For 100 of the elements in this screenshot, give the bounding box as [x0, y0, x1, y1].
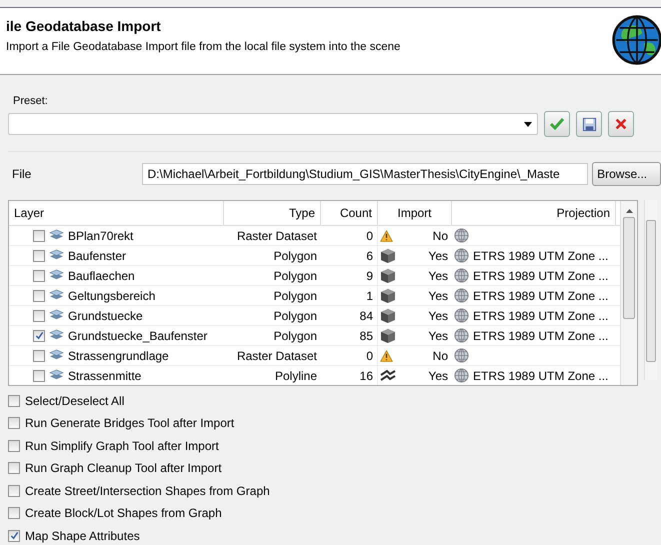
cube-icon [380, 248, 396, 264]
projection-name: ETRS 1989 UTM Zone ... [473, 308, 608, 322]
table-cell: 0 [321, 226, 378, 245]
table-cell: 84 [321, 306, 378, 325]
checkbox[interactable] [8, 462, 20, 474]
cube-icon [380, 268, 396, 284]
preset-dropdown[interactable] [8, 113, 538, 135]
layer-name: Grundstuecke [68, 308, 143, 322]
globe-icon [454, 228, 469, 243]
option-label: Select/Deselect All [25, 394, 124, 408]
projection-name: ETRS 1989 UTM Zone ... [473, 248, 608, 262]
column-header[interactable]: Import [378, 201, 452, 225]
checkbox[interactable] [33, 310, 45, 322]
checkbox[interactable] [8, 394, 20, 406]
checkbox[interactable] [33, 290, 45, 302]
layers-icon [49, 249, 64, 262]
cube-icon [380, 288, 396, 304]
globe-icon [454, 308, 469, 323]
checkbox[interactable] [8, 440, 20, 452]
warning-icon [380, 230, 393, 242]
checkmark-icon [549, 116, 565, 132]
layers-icon [49, 309, 64, 322]
table-cell-text: Polyline [274, 368, 318, 384]
option-label: Create Block/Lot Shapes from Graph [25, 506, 222, 520]
table-cell: 9 [321, 266, 378, 285]
checkbox[interactable] [33, 330, 45, 342]
layer-name: Baufenster [68, 248, 126, 262]
warning-icon [380, 350, 393, 362]
apply-button[interactable] [544, 111, 570, 137]
table-cell-text: Polygon [272, 288, 318, 304]
layers-icon [49, 349, 64, 362]
table-cell-text: Polygon [272, 308, 318, 324]
table-cell-text: Polygon [272, 248, 318, 264]
checkbox[interactable] [8, 417, 20, 429]
checkbox[interactable] [33, 370, 45, 382]
layer-name: Geltungsbereich [68, 288, 156, 302]
layer-name: Bauflaechen [68, 268, 135, 282]
option-label: Run Graph Cleanup Tool after Import [25, 461, 222, 475]
dialog-title: ile Geodatabase Import [6, 18, 162, 34]
import-status: No [432, 348, 448, 362]
scroll-up-arrow-icon[interactable] [626, 209, 632, 213]
globe-icon [454, 248, 469, 263]
column-header[interactable]: Layer [9, 201, 224, 225]
globe-icon [454, 348, 469, 363]
layer-name: Grundstuecke_Baufenster [68, 328, 208, 342]
checkbox[interactable] [8, 530, 20, 542]
checkbox[interactable] [33, 230, 45, 242]
table-cell: 16 [321, 366, 378, 385]
cube-icon [380, 328, 396, 344]
layer-name: Strassenmitte [68, 368, 142, 382]
globe-icon [454, 268, 469, 283]
dropdown-caret-icon [524, 122, 532, 126]
option-label: Create Street/Intersection Shapes from Graph [25, 484, 270, 498]
column-header[interactable]: Projection [452, 201, 616, 225]
projection-name: ETRS 1989 UTM Zone ... [473, 268, 608, 282]
import-status: Yes [428, 268, 448, 282]
column-header[interactable]: Count [321, 201, 378, 225]
checkbox[interactable] [33, 350, 45, 362]
checkbox[interactable] [33, 270, 45, 282]
table-cell-text: Polygon [272, 268, 318, 284]
projection-name: ETRS 1989 UTM Zone ... [473, 328, 608, 342]
table-cell: 1 [321, 286, 378, 305]
checkbox[interactable] [8, 484, 20, 496]
layer-name: Strassengrundlage [68, 348, 169, 362]
import-status: Yes [428, 328, 448, 342]
checkbox[interactable] [33, 250, 45, 262]
globe-logo-icon [611, 14, 661, 66]
projection-name: ETRS 1989 UTM Zone ... [473, 368, 608, 382]
browse-button[interactable]: Browse... [592, 162, 661, 186]
file-path-field[interactable]: D:\Michael\Arbeit_Fortbildung\Studium_GIS\MasterThesis\CityEngine\_Maste [142, 163, 588, 185]
import-status: Yes [428, 248, 448, 262]
table-cell: 85 [321, 326, 378, 345]
layers-icon [49, 289, 64, 302]
polyline-icon [380, 368, 396, 382]
import-status: Yes [428, 368, 448, 382]
save-button[interactable] [576, 111, 602, 137]
dialog-description: Import a File Geodatabase Import file from the local file system into the scene [6, 41, 400, 53]
table-cell-text: Raster Dataset [236, 228, 318, 244]
file-label: File [11, 167, 32, 181]
import-status: Yes [428, 288, 448, 302]
layers-icon [49, 369, 64, 382]
table-cell: 0 [321, 346, 378, 365]
panel-scrollbar[interactable] [644, 200, 657, 380]
import-status: Yes [428, 308, 448, 322]
import-status: No [432, 228, 448, 242]
table-cell-text: Polygon [272, 328, 318, 344]
delete-button[interactable] [608, 111, 634, 137]
option-label: Map Shape Attributes [25, 528, 140, 542]
layers-icon [49, 229, 64, 242]
column-header[interactable]: Type [224, 201, 321, 225]
table-scrollbar[interactable] [620, 201, 637, 385]
layer-name: BPlan70rekt [68, 228, 134, 242]
table-cell-text: Raster Dataset [236, 348, 318, 364]
checkbox[interactable] [8, 507, 20, 519]
layers-icon [49, 269, 64, 282]
option-label: Run Simplify Graph Tool after Import [25, 438, 219, 452]
globe-icon [454, 328, 469, 343]
globe-icon [454, 288, 469, 303]
layers-icon [49, 329, 64, 342]
cube-icon [380, 308, 396, 324]
